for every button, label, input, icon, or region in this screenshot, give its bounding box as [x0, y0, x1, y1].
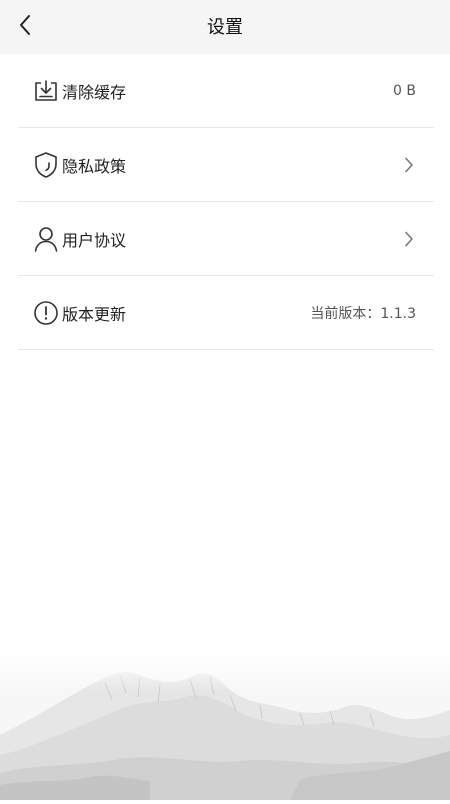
- person-icon: [32, 225, 60, 253]
- user-agreement-label: 用户协议: [62, 230, 127, 250]
- download-tray-icon: [32, 77, 60, 105]
- version-update-row[interactable]: 版本更新 当前版本：1.1.3: [18, 276, 434, 350]
- page-title: 设置: [207, 17, 243, 38]
- clear-cache-label: 清除缓存: [62, 82, 127, 102]
- cache-size-value: 0 B: [393, 82, 416, 99]
- header-bar: 设置: [0, 0, 450, 54]
- version-update-label: 版本更新: [62, 304, 127, 324]
- chevron-right-icon: [402, 156, 416, 174]
- chevron-right-icon: [402, 230, 416, 248]
- clear-cache-row[interactable]: 清除缓存 0 B: [18, 54, 434, 128]
- mountain-landscape-illustration: [0, 655, 450, 800]
- user-agreement-row[interactable]: 用户协议: [18, 202, 434, 276]
- current-version-value: 当前版本：1.1.3: [310, 305, 416, 322]
- privacy-policy-row[interactable]: 隐私政策: [18, 128, 434, 202]
- privacy-policy-label: 隐私政策: [62, 156, 127, 176]
- shield-icon: [32, 151, 60, 179]
- alert-circle-icon: [32, 299, 60, 327]
- settings-list: 清除缓存 0 B 隐私政策 用户协议 版本更新 当前版本：1.1.3: [18, 54, 434, 350]
